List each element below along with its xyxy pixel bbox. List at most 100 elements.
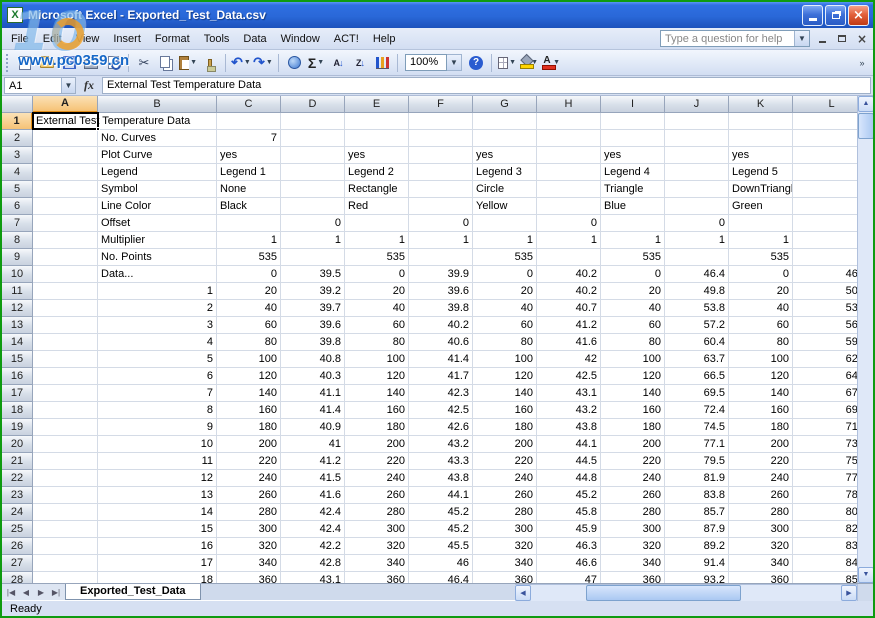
cell-G13[interactable]: 60	[473, 317, 537, 334]
cell-E12[interactable]: 40	[345, 300, 409, 317]
cell-F27[interactable]: 46	[409, 555, 473, 572]
cell-J5[interactable]	[665, 181, 729, 198]
cell-B20[interactable]: 10	[98, 436, 217, 453]
cell-A28[interactable]	[33, 572, 98, 583]
cell-J4[interactable]	[665, 164, 729, 181]
sort-descending-button[interactable]: Z↓	[350, 53, 370, 73]
cell-J23[interactable]: 83.8	[665, 487, 729, 504]
cell-H16[interactable]: 42.5	[537, 368, 601, 385]
cell-K20[interactable]: 200	[729, 436, 793, 453]
cell-E20[interactable]: 200	[345, 436, 409, 453]
cell-D11[interactable]: 39.2	[281, 283, 345, 300]
cell-H8[interactable]: 1	[537, 232, 601, 249]
cell-I2[interactable]	[601, 130, 665, 147]
cell-D19[interactable]: 40.9	[281, 419, 345, 436]
cell-C1[interactable]	[217, 113, 281, 130]
cell-F26[interactable]: 45.5	[409, 538, 473, 555]
cell-H28[interactable]: 47	[537, 572, 601, 583]
cell-K9[interactable]: 535	[729, 249, 793, 266]
column-header-C[interactable]: C	[217, 96, 281, 113]
cell-F6[interactable]	[409, 198, 473, 215]
cell-F20[interactable]: 43.2	[409, 436, 473, 453]
cell-J27[interactable]: 91.4	[665, 555, 729, 572]
cell-H4[interactable]	[537, 164, 601, 181]
cell-G11[interactable]: 20	[473, 283, 537, 300]
cell-G19[interactable]: 180	[473, 419, 537, 436]
cell-F18[interactable]: 42.5	[409, 402, 473, 419]
scroll-right-button[interactable]: ▶	[841, 585, 857, 601]
cell-H10[interactable]: 40.2	[537, 266, 601, 283]
row-header-3[interactable]: 3	[2, 147, 33, 164]
cell-D10[interactable]: 39.5	[281, 266, 345, 283]
cell-B12[interactable]: 2	[98, 300, 217, 317]
column-header-D[interactable]: D	[281, 96, 345, 113]
workbook-minimize-button[interactable]	[814, 32, 830, 46]
cell-G18[interactable]: 160	[473, 402, 537, 419]
cell-I11[interactable]: 20	[601, 283, 665, 300]
cell-B19[interactable]: 9	[98, 419, 217, 436]
title-bar[interactable]: X Microsoft Excel - Exported_Test_Data.c…	[2, 2, 873, 28]
row-header-24[interactable]: 24	[2, 504, 33, 521]
cell-E11[interactable]: 20	[345, 283, 409, 300]
cell-H19[interactable]: 43.8	[537, 419, 601, 436]
cell-J14[interactable]: 60.4	[665, 334, 729, 351]
row-header-5[interactable]: 5	[2, 181, 33, 198]
cell-K13[interactable]: 60	[729, 317, 793, 334]
column-header-E[interactable]: E	[345, 96, 409, 113]
row-header-6[interactable]: 6	[2, 198, 33, 215]
cell-F24[interactable]: 45.2	[409, 504, 473, 521]
cell-K17[interactable]: 140	[729, 385, 793, 402]
cell-C12[interactable]: 40	[217, 300, 281, 317]
cell-C21[interactable]: 220	[217, 453, 281, 470]
cell-A17[interactable]	[33, 385, 98, 402]
cell-reference[interactable]: A1	[5, 80, 61, 92]
cell-E27[interactable]: 340	[345, 555, 409, 572]
cell-D6[interactable]	[281, 198, 345, 215]
vertical-scroll-thumb[interactable]	[858, 113, 873, 139]
cell-H25[interactable]: 45.9	[537, 521, 601, 538]
cell-H21[interactable]: 44.5	[537, 453, 601, 470]
row-header-28[interactable]: 28	[2, 572, 33, 583]
cell-J24[interactable]: 85.7	[665, 504, 729, 521]
row-header-26[interactable]: 26	[2, 538, 33, 555]
cell-F8[interactable]: 1	[409, 232, 473, 249]
cell-J7[interactable]: 0	[665, 215, 729, 232]
cell-D26[interactable]: 42.2	[281, 538, 345, 555]
cell-B21[interactable]: 11	[98, 453, 217, 470]
last-sheet-button[interactable]: ▶|	[49, 588, 63, 597]
cell-B24[interactable]: 14	[98, 504, 217, 521]
cell-A21[interactable]	[33, 453, 98, 470]
cell-A11[interactable]	[33, 283, 98, 300]
cell-K10[interactable]: 0	[729, 266, 793, 283]
row-header-18[interactable]: 18	[2, 402, 33, 419]
chevron-down-icon[interactable]: ▼	[447, 54, 462, 71]
cell-K23[interactable]: 260	[729, 487, 793, 504]
cell-D7[interactable]: 0	[281, 215, 345, 232]
cell-H18[interactable]: 43.2	[537, 402, 601, 419]
cell-D23[interactable]: 41.6	[281, 487, 345, 504]
cell-C6[interactable]: Black	[217, 198, 281, 215]
cell-F14[interactable]: 40.6	[409, 334, 473, 351]
row-header-21[interactable]: 21	[2, 453, 33, 470]
cell-G6[interactable]: Yellow	[473, 198, 537, 215]
cell-C24[interactable]: 280	[217, 504, 281, 521]
cell-F19[interactable]: 42.6	[409, 419, 473, 436]
cell-K28[interactable]: 360	[729, 572, 793, 583]
cell-J19[interactable]: 74.5	[665, 419, 729, 436]
cell-I10[interactable]: 0	[601, 266, 665, 283]
cell-K24[interactable]: 280	[729, 504, 793, 521]
cell-A6[interactable]	[33, 198, 98, 215]
cell-F12[interactable]: 39.8	[409, 300, 473, 317]
cell-E28[interactable]: 360	[345, 572, 409, 583]
row-header-12[interactable]: 12	[2, 300, 33, 317]
cell-E22[interactable]: 240	[345, 470, 409, 487]
cell-C3[interactable]: yes	[217, 147, 281, 164]
cell-F4[interactable]	[409, 164, 473, 181]
cell-C5[interactable]: None	[217, 181, 281, 198]
cell-D14[interactable]: 39.8	[281, 334, 345, 351]
cell-D17[interactable]: 41.1	[281, 385, 345, 402]
cell-J3[interactable]	[665, 147, 729, 164]
formula-input[interactable]: External Test Temperature Data	[102, 77, 871, 94]
cell-K11[interactable]: 20	[729, 283, 793, 300]
cell-J18[interactable]: 72.4	[665, 402, 729, 419]
